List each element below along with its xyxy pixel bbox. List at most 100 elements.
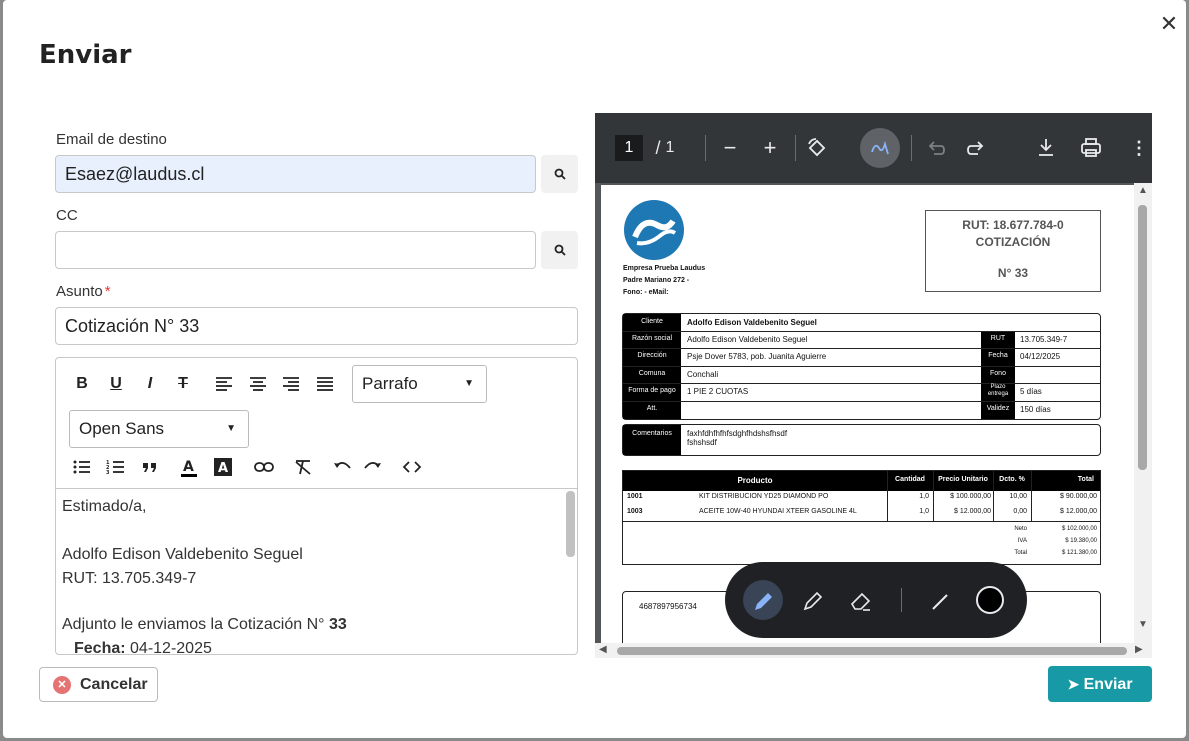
- row-disc: 0,00: [1013, 508, 1027, 515]
- rut-label: RUT: [981, 335, 1015, 342]
- iva-value: $ 19.380,00: [1065, 538, 1097, 544]
- undo-icon[interactable]: [330, 454, 356, 480]
- scroll-up-icon[interactable]: ▲: [1138, 185, 1148, 196]
- scroll-left-icon[interactable]: ◀: [599, 644, 607, 655]
- paragraph-select-value: Parrafo: [362, 374, 418, 393]
- code-view-icon[interactable]: [399, 454, 425, 480]
- underline-button[interactable]: U: [103, 371, 129, 397]
- total-value: $ 121.380,00: [1061, 550, 1097, 556]
- align-left-icon[interactable]: [211, 371, 237, 397]
- total-label: Total: [1014, 550, 1027, 556]
- cc-search-button[interactable]: [541, 231, 578, 269]
- razon-value: Adolfo Edison Valdebenito Seguel: [687, 335, 808, 344]
- header-precio: Precio Unitario: [938, 476, 988, 483]
- company-contact: Fono: - eMail:: [623, 289, 669, 296]
- font-select[interactable]: Open Sans ▼: [69, 410, 249, 448]
- page-number-input[interactable]: 1: [615, 135, 643, 161]
- header-total: Total: [1077, 476, 1094, 483]
- highlighter-icon[interactable]: [792, 582, 832, 622]
- caret-down-icon: ▼: [226, 423, 236, 434]
- redo-icon[interactable]: [359, 454, 385, 480]
- horizontal-scroll-thumb[interactable]: [617, 647, 1127, 655]
- razon-label: Razón social: [623, 335, 681, 342]
- more-options-icon[interactable]: ⋮: [1125, 134, 1152, 162]
- email-search-button[interactable]: [541, 155, 578, 193]
- toolbar-divider: [901, 588, 902, 612]
- zoom-in-icon[interactable]: +: [756, 134, 784, 162]
- link-icon[interactable]: [251, 454, 277, 480]
- comuna-value: Conchali: [687, 370, 719, 379]
- fono-label: Fono: [981, 370, 1015, 377]
- editor-scrollbar[interactable]: [566, 491, 575, 557]
- redo-icon[interactable]: [962, 134, 990, 162]
- undo-icon[interactable]: [922, 134, 950, 162]
- company-name: Empresa Prueba Laudus: [623, 265, 706, 272]
- paragraph-select[interactable]: Parrafo ▼: [352, 365, 487, 403]
- color-swatch[interactable]: [976, 586, 1004, 614]
- products-table: Producto Cantidad Precio Unitario Dcto. …: [622, 470, 1101, 565]
- pen-icon[interactable]: [743, 582, 783, 622]
- cliente-label: Cliente: [623, 318, 681, 325]
- text-color-icon[interactable]: A: [176, 454, 202, 480]
- row-code: 1001: [627, 493, 643, 500]
- comments-line2: fshshsdf: [687, 438, 717, 447]
- attach-number: 33: [328, 616, 347, 633]
- cc-field[interactable]: [55, 231, 536, 269]
- doc-number: N° 33: [997, 266, 1029, 280]
- row-code: 1003: [627, 508, 643, 515]
- plazo-label: Plazo entrega: [981, 384, 1015, 398]
- att-label: Att.: [623, 405, 681, 412]
- pago-label: Forma de pago: [623, 387, 681, 394]
- vertical-scroll-thumb[interactable]: [1138, 205, 1147, 470]
- horizontal-scrollbar[interactable]: ◀ ▶: [595, 643, 1152, 658]
- direccion-value: Psje Dover 5783, pob. Juanita Aguierre: [687, 352, 827, 361]
- eraser-icon[interactable]: [841, 582, 881, 622]
- subject-label-text: Asunto: [56, 283, 103, 300]
- cancel-label: Cancelar: [80, 676, 148, 693]
- quote-icon[interactable]: [137, 454, 163, 480]
- plazo-value: 5 días: [1020, 387, 1042, 396]
- send-button[interactable]: ➤ Enviar: [1048, 666, 1152, 702]
- row-divider: [623, 401, 1100, 402]
- date-value: 04-12-2025: [125, 640, 212, 655]
- annotation-toolbar: [725, 562, 1027, 638]
- print-icon[interactable]: [1077, 134, 1105, 162]
- strikethrough-button[interactable]: T: [170, 371, 196, 397]
- date-line: Fecha: 04-12-2025: [62, 637, 571, 655]
- cliente-value: Adolfo Edison Valdebenito Seguel: [687, 318, 817, 327]
- zoom-out-icon[interactable]: −: [716, 134, 744, 162]
- align-right-icon[interactable]: [278, 371, 304, 397]
- download-icon[interactable]: [1032, 134, 1060, 162]
- comments-label: Comentarios: [623, 425, 681, 455]
- editor-body[interactable]: Estimado/a, Adolfo Edison Valdebenito Se…: [56, 488, 577, 655]
- line-size-icon[interactable]: [920, 582, 960, 622]
- rich-text-editor: B U I T Parrafo ▼ Open Sans ▼ 123 A A Esti…: [55, 357, 578, 655]
- scroll-down-icon[interactable]: ▼: [1138, 619, 1148, 630]
- align-center-icon[interactable]: [245, 371, 271, 397]
- subject-field[interactable]: Cotización N° 33: [55, 307, 578, 345]
- rotate-icon[interactable]: [802, 134, 830, 162]
- font-select-value: Open Sans: [79, 419, 165, 438]
- client-info-box: Cliente Adolfo Edison Valdebenito Seguel…: [622, 313, 1101, 420]
- background-color-icon[interactable]: A: [210, 454, 236, 480]
- send-label: Enviar: [1083, 676, 1133, 693]
- recipient-name: Adolfo Edison Valdebenito Seguel: [62, 546, 303, 563]
- numbered-list-icon[interactable]: 123: [103, 454, 129, 480]
- italic-button[interactable]: I: [137, 371, 163, 397]
- toolbar-divider: [795, 135, 796, 161]
- clear-format-icon[interactable]: [290, 454, 316, 480]
- company-logo: [624, 200, 684, 260]
- bold-button[interactable]: B: [69, 371, 95, 397]
- email-field[interactable]: Esaez@laudus.cl: [55, 155, 536, 193]
- annotate-icon[interactable]: [866, 134, 894, 162]
- close-icon[interactable]: ✕: [1156, 12, 1182, 38]
- direccion-label: Dirección: [623, 352, 681, 359]
- align-justify-icon[interactable]: [312, 371, 338, 397]
- svg-text:A: A: [183, 459, 194, 475]
- vertical-scrollbar[interactable]: ▲ ▼: [1134, 183, 1152, 643]
- row-divider: [623, 366, 1100, 367]
- cancel-button[interactable]: ✕ Cancelar: [39, 667, 158, 702]
- scroll-right-icon[interactable]: ▶: [1135, 644, 1143, 655]
- row-total: $ 12.000,00: [1060, 508, 1097, 515]
- bullet-list-icon[interactable]: [69, 454, 95, 480]
